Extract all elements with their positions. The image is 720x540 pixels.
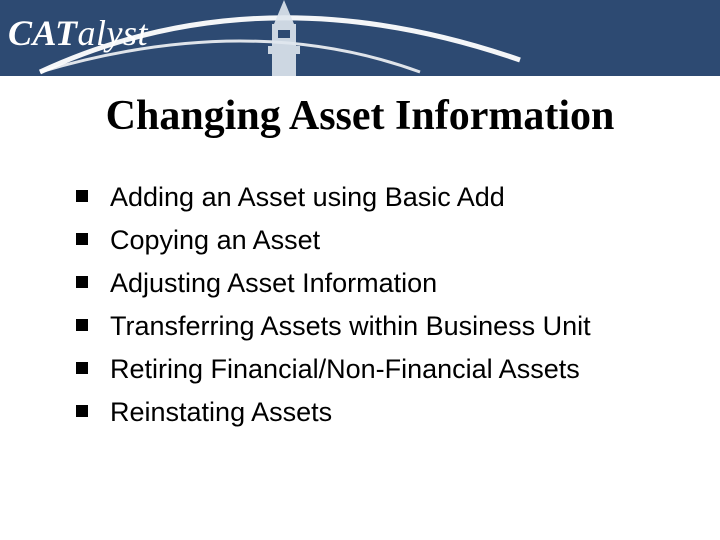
- bullet-text: Transferring Assets within Business Unit: [110, 309, 591, 344]
- slide: CATalyst Changing Asset Information Addi…: [0, 0, 720, 540]
- bullet-icon: [76, 405, 88, 417]
- bullet-text: Adding an Asset using Basic Add: [110, 180, 505, 215]
- logo: CATalyst: [8, 12, 148, 54]
- bullet-icon: [76, 362, 88, 374]
- header-band: CATalyst: [0, 0, 720, 76]
- bullet-icon: [76, 319, 88, 331]
- list-item: Adding an Asset using Basic Add: [76, 180, 680, 215]
- bullet-text: Copying an Asset: [110, 223, 320, 258]
- bullet-icon: [76, 233, 88, 245]
- bullet-list: Adding an Asset using Basic Add Copying …: [76, 180, 680, 439]
- logo-text-cat: CAT: [8, 13, 78, 53]
- list-item: Reinstating Assets: [76, 395, 680, 430]
- bullet-text: Retiring Financial/Non-Financial Assets: [110, 352, 580, 387]
- list-item: Copying an Asset: [76, 223, 680, 258]
- bullet-text: Reinstating Assets: [110, 395, 332, 430]
- slide-title: Changing Asset Information: [0, 92, 720, 140]
- bullet-text: Adjusting Asset Information: [110, 266, 437, 301]
- bullet-icon: [76, 276, 88, 288]
- bullet-icon: [76, 190, 88, 202]
- list-item: Retiring Financial/Non-Financial Assets: [76, 352, 680, 387]
- logo-text-alyst: alyst: [78, 13, 149, 53]
- list-item: Adjusting Asset Information: [76, 266, 680, 301]
- list-item: Transferring Assets within Business Unit: [76, 309, 680, 344]
